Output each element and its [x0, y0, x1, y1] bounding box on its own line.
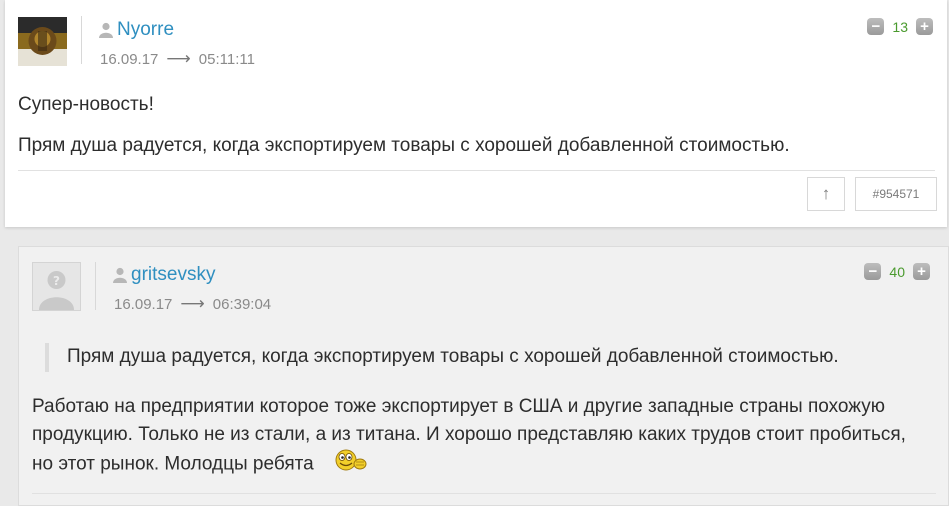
author-line: Nyorre [99, 19, 174, 41]
arrow-right-icon: ⟶ [180, 294, 205, 313]
divider [32, 493, 936, 494]
smiley-icon [335, 448, 367, 481]
timestamp: 16.09.17 ⟶ 05:11:11 [100, 49, 255, 69]
plus-icon[interactable]: + [916, 18, 933, 35]
comment-time: 06:39:04 [212, 295, 272, 313]
divider [95, 262, 96, 310]
comment-1: Nyorre 16.09.17 ⟶ 05:11:11 − 13 + Супер-… [5, 0, 947, 227]
minus-icon[interactable]: − [864, 263, 882, 280]
vote-widget: − 13 + [867, 18, 933, 35]
avatar[interactable]: ? [32, 262, 81, 311]
minus-icon[interactable]: − [867, 18, 885, 35]
comment-text: Работаю на предприятии которое тоже эксп… [32, 393, 912, 481]
comment-2: ? gritsevsky 16.09.17 ⟶ 06:39:04 − 40 + … [18, 246, 949, 506]
author-line: gritsevsky [113, 264, 215, 286]
comment-text: Прям душа радуется, когда экспортируем т… [18, 135, 790, 156]
user-icon [99, 22, 113, 38]
avatar[interactable] [18, 17, 67, 66]
vote-count: 40 [889, 263, 905, 280]
comment-date: 16.09.17 [114, 295, 173, 313]
scroll-to-parent-button[interactable]: ↑ [807, 177, 845, 211]
arrow-right-icon: ⟶ [166, 49, 191, 68]
comment-text-content: Работаю на предприятии которое тоже эксп… [32, 396, 906, 475]
timestamp: 16.09.17 ⟶ 06:39:04 [114, 294, 271, 314]
user-icon [113, 267, 127, 283]
divider [81, 16, 82, 64]
author-name[interactable]: gritsevsky [131, 264, 215, 286]
comment-time: 05:11:11 [198, 50, 255, 68]
quote-block: Прям душа радуется, когда экспортируем т… [45, 343, 839, 372]
comment-text: Супер-новость! [18, 94, 154, 115]
author-name[interactable]: Nyorre [117, 19, 174, 41]
comment-id-link[interactable]: #954571 [855, 177, 937, 211]
comment-date: 16.09.17 [100, 50, 159, 68]
svg-text:?: ? [53, 274, 60, 288]
divider [18, 170, 935, 171]
vote-count: 13 [892, 18, 908, 35]
vote-widget: − 40 + [864, 263, 930, 280]
plus-icon[interactable]: + [913, 263, 930, 280]
